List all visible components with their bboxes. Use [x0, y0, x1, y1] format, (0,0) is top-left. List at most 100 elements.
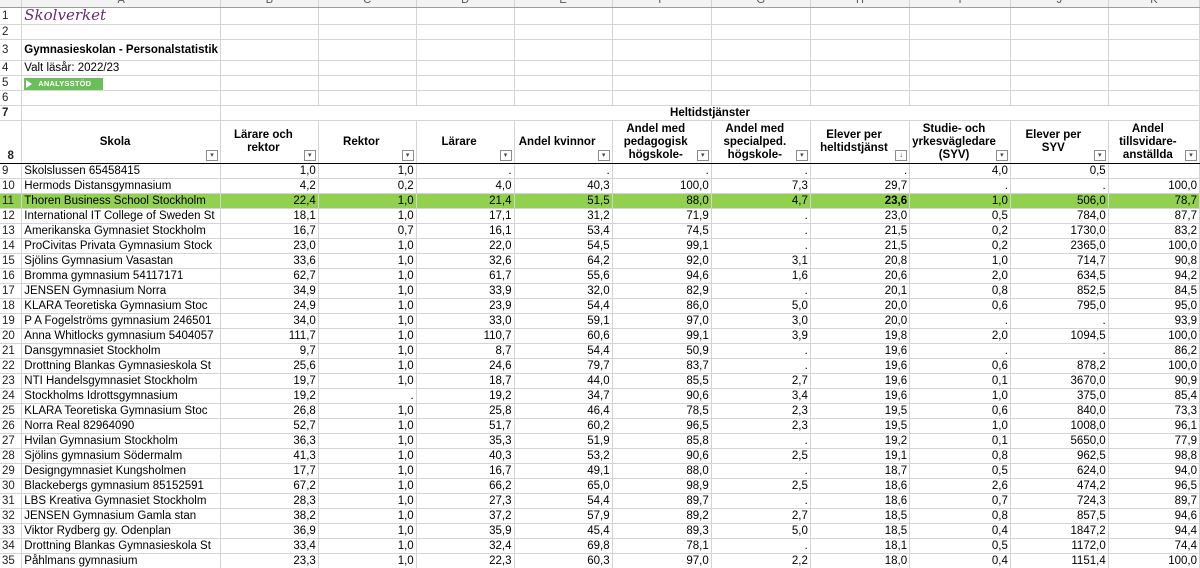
filter-dropdown-icon[interactable]: ▾ [995, 150, 1008, 161]
row-header[interactable]: 19 [0, 313, 23, 329]
row-header[interactable]: 15 [0, 253, 23, 269]
value-cell[interactable]: 22,0 [416, 238, 515, 254]
value-cell[interactable]: 22,4 [220, 193, 319, 209]
value-cell[interactable]: 33,9 [416, 283, 515, 299]
sort-descending-filter-icon[interactable]: ↓ [895, 150, 908, 161]
value-cell[interactable]: 66,2 [416, 478, 515, 494]
row-header[interactable]: 32 [0, 508, 23, 524]
value-cell[interactable]: 19,5 [810, 403, 911, 419]
value-cell[interactable]: 97,0 [612, 553, 712, 568]
school-name-cell[interactable]: Sjölins gymnasium Södermalm [21, 448, 221, 464]
school-name-cell[interactable]: JENSEN Gymnasium Norra [21, 283, 221, 299]
column-header-g[interactable]: G [711, 0, 811, 8]
value-cell[interactable]: 4,0 [909, 163, 1011, 179]
value-cell[interactable]: 88,0 [612, 193, 712, 209]
value-cell[interactable]: . [318, 388, 417, 404]
school-name-cell[interactable]: International IT College of Sweden St [21, 208, 221, 224]
value-cell[interactable]: 74,5 [612, 223, 712, 239]
value-cell[interactable]: 1,0 [318, 283, 417, 299]
value-cell[interactable]: 1,0 [318, 463, 417, 479]
value-cell[interactable]: 94,0 [1108, 463, 1200, 479]
school-name-cell[interactable]: Hermods Distansgymnasium [21, 178, 221, 194]
value-cell[interactable]: 100,0 [1108, 358, 1200, 374]
value-cell[interactable]: 60,6 [514, 328, 613, 344]
value-cell[interactable]: 1,0 [909, 418, 1011, 434]
value-cell[interactable]: 22,3 [416, 553, 515, 568]
value-cell[interactable]: 57,9 [514, 508, 613, 524]
value-cell[interactable]: 714,7 [1010, 253, 1109, 269]
value-cell[interactable]: 87,7 [1108, 208, 1200, 224]
column-header-e[interactable]: E [514, 0, 613, 8]
value-cell[interactable]: 60,3 [514, 553, 613, 568]
value-cell[interactable]: 84,5 [1108, 283, 1200, 299]
value-cell[interactable]: 33,6 [220, 253, 319, 269]
column-header-i[interactable]: I [909, 0, 1011, 8]
value-cell[interactable]: 3,9 [711, 328, 811, 344]
value-cell[interactable]: 111,7 [220, 328, 319, 344]
value-cell[interactable]: 46,4 [514, 403, 613, 419]
value-cell[interactable]: 19,8 [810, 328, 911, 344]
value-cell[interactable]: 55,6 [514, 268, 613, 284]
row-header[interactable]: 18 [0, 298, 23, 314]
row-header[interactable]: 33 [0, 523, 23, 539]
value-cell[interactable]: 23,0 [220, 238, 319, 254]
value-cell[interactable]: 100,0 [612, 178, 712, 194]
value-cell[interactable]: . [909, 313, 1011, 329]
value-cell[interactable]: 2,7 [711, 373, 811, 389]
value-cell[interactable]: 89,3 [612, 523, 712, 539]
value-cell[interactable]: . [810, 163, 911, 179]
value-cell[interactable]: 3,0 [711, 313, 811, 329]
value-cell[interactable]: 34,0 [220, 313, 319, 329]
value-cell[interactable]: 0,6 [909, 358, 1011, 374]
row-header[interactable]: 17 [0, 283, 23, 299]
value-cell[interactable]: 82,9 [612, 283, 712, 299]
row-header[interactable]: 2 [0, 24, 23, 40]
value-cell[interactable]: 40,3 [416, 448, 515, 464]
row-header[interactable]: 4 [0, 60, 23, 76]
school-name-cell[interactable]: KLARA Teoretiska Gymnasium Stoc [21, 298, 221, 314]
row-header[interactable]: 22 [0, 358, 23, 374]
value-cell[interactable]: 5,0 [711, 298, 811, 314]
value-cell[interactable]: 98,8 [1108, 448, 1200, 464]
value-cell[interactable]: 2,2 [711, 553, 811, 568]
school-name-cell[interactable]: Bromma gymnasium 54117171 [21, 268, 221, 284]
value-cell[interactable]: 20,8 [810, 253, 911, 269]
value-cell[interactable]: 2,3 [711, 418, 811, 434]
value-cell[interactable]: 7,3 [711, 178, 811, 194]
row-header[interactable]: 7 [0, 105, 23, 121]
value-cell[interactable]: 634,5 [1010, 268, 1109, 284]
value-cell[interactable]: 1,0 [318, 358, 417, 374]
value-cell[interactable]: 19,1 [810, 448, 911, 464]
row-header[interactable]: 35 [0, 553, 23, 568]
value-cell[interactable]: 23,0 [810, 208, 911, 224]
value-cell[interactable]: 21,5 [810, 238, 911, 254]
value-cell[interactable]: . [711, 208, 811, 224]
value-cell[interactable]: 0,2 [318, 178, 417, 194]
value-cell[interactable]: 94,2 [1108, 268, 1200, 284]
value-cell[interactable]: 0,2 [909, 223, 1011, 239]
value-cell[interactable]: 86,2 [1108, 343, 1200, 359]
value-cell[interactable]: 52,7 [220, 418, 319, 434]
value-cell[interactable]: 90,9 [1108, 373, 1200, 389]
value-cell[interactable]: 32,4 [416, 538, 515, 554]
value-cell[interactable]: 2,5 [711, 478, 811, 494]
value-cell[interactable]: 2365,0 [1010, 238, 1109, 254]
value-cell[interactable]: 34,9 [220, 283, 319, 299]
value-cell[interactable]: 19,6 [810, 343, 911, 359]
value-cell[interactable]: 1,0 [318, 478, 417, 494]
school-name-cell[interactable]: JENSEN Gymnasium Gamla stan [21, 508, 221, 524]
row-header[interactable]: 8 [0, 120, 23, 164]
value-cell[interactable]: 0,5 [909, 538, 1011, 554]
value-cell[interactable]: 18,7 [810, 463, 911, 479]
value-cell[interactable]: 20,0 [810, 313, 911, 329]
value-cell[interactable]: 4,0 [416, 178, 515, 194]
filter-dropdown-icon[interactable]: ▾ [401, 150, 414, 161]
value-cell[interactable]: 33,4 [220, 538, 319, 554]
value-cell[interactable]: 94,4 [1108, 523, 1200, 539]
value-cell[interactable]: 5650,0 [1010, 433, 1109, 449]
analysstod-button[interactable]: ANALYSSTÖD [24, 78, 104, 90]
value-cell[interactable]: 1,0 [318, 268, 417, 284]
value-cell[interactable]: 20,0 [810, 298, 911, 314]
value-cell[interactable]: 2,5 [711, 448, 811, 464]
value-cell[interactable]: 18,1 [220, 208, 319, 224]
